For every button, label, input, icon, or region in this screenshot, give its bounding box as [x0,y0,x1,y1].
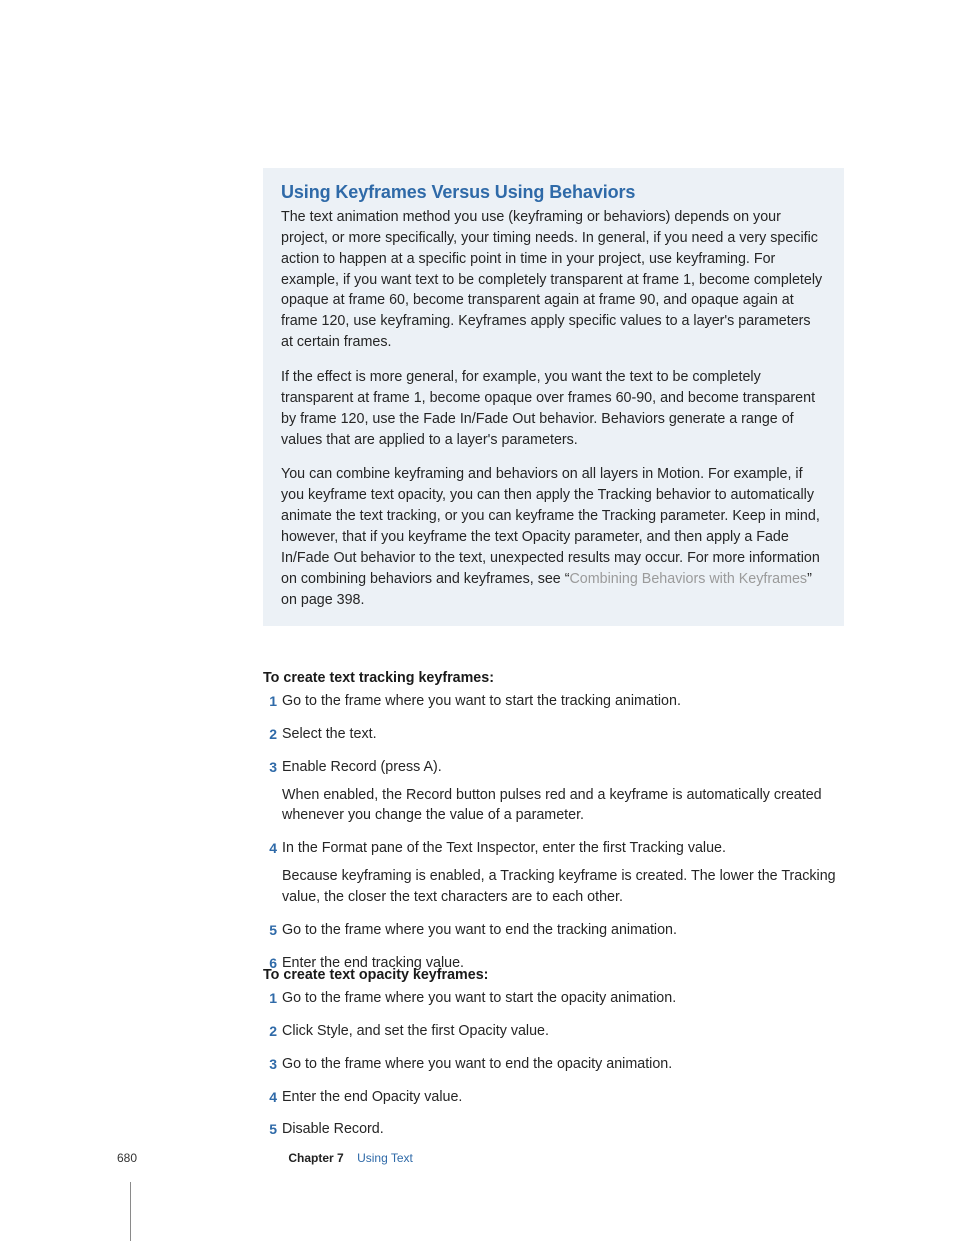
tracking-keyframes-steps: Go to the frame where you want to start … [263,691,844,974]
step-item: Go to the frame where you want to start … [263,691,844,712]
chapter-label: Chapter 7 [288,1151,343,1165]
step-text: Go to the frame where you want to start … [282,990,676,1006]
step-text: Go to the frame where you want to end th… [282,922,677,938]
callout-paragraph-1: The text animation method you use (keyfr… [281,207,826,353]
step-text: Go to the frame where you want to end th… [282,1056,672,1072]
step-subtext: Because keyframing is enabled, a Trackin… [282,866,844,908]
step-item: Enter the end Opacity value. [263,1087,844,1108]
step-subtext: When enabled, the Record button pulses r… [282,785,844,827]
step-text: In the Format pane of the Text Inspector… [282,840,726,856]
step-text: Go to the frame where you want to start … [282,693,681,709]
step-item: Enable Record (press A). When enabled, t… [263,757,844,827]
page: Using Keyframes Versus Using Behaviors T… [0,0,954,1235]
step-text: Disable Record. [282,1121,384,1137]
footer-rule [130,1182,131,1241]
page-number: 680 [117,1151,137,1165]
opacity-keyframes-section: To create text opacity keyframes: Go to … [263,967,844,1140]
callout-paragraph-3: You can combine keyframing and behaviors… [281,464,826,610]
page-footer: 680 Chapter 7 Using Text [117,1151,413,1165]
step-text: Select the text. [282,726,377,742]
cross-reference-link[interactable]: Combining Behaviors with Keyframes [569,571,807,587]
opacity-keyframes-heading: To create text opacity keyframes: [263,967,844,983]
callout-paragraph-2: If the effect is more general, for examp… [281,367,826,450]
step-item: Go to the frame where you want to start … [263,988,844,1009]
step-item: Disable Record. [263,1119,844,1140]
step-item: Go to the frame where you want to end th… [263,1054,844,1075]
chapter-title: Using Text [357,1151,413,1165]
step-item: Click Style, and set the first Opacity v… [263,1021,844,1042]
opacity-keyframes-steps: Go to the frame where you want to start … [263,988,844,1140]
step-item: In the Format pane of the Text Inspector… [263,838,844,908]
step-text: Click Style, and set the first Opacity v… [282,1023,549,1039]
step-item: Select the text. [263,724,844,745]
callout-box: Using Keyframes Versus Using Behaviors T… [263,168,844,626]
step-text: Enter the end Opacity value. [282,1089,462,1105]
callout-title: Using Keyframes Versus Using Behaviors [281,182,826,203]
tracking-keyframes-section: To create text tracking keyframes: Go to… [263,670,844,974]
tracking-keyframes-heading: To create text tracking keyframes: [263,670,844,686]
step-text: Enable Record (press A). [282,759,442,775]
step-item: Go to the frame where you want to end th… [263,920,844,941]
callout-p3-lead: You can combine keyframing and behaviors… [281,466,820,586]
